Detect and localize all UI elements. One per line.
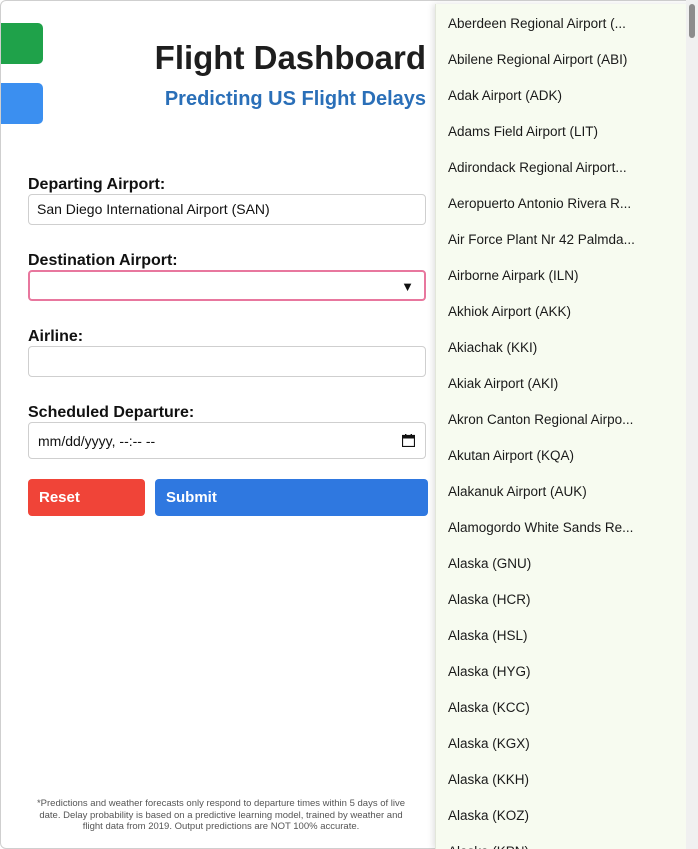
destination-airport-dropdown[interactable]: Aberdeen Regional Airport (... Abilene Re… [435, 4, 698, 849]
blue-side-button[interactable] [1, 83, 43, 124]
dropdown-option[interactable]: Alaska (KPN) [436, 832, 698, 849]
dropdown-option[interactable]: Akron Canton Regional Airpo... [436, 400, 698, 436]
scheduled-departure-input[interactable]: mm/dd/yyyy, --:-- -- [28, 422, 426, 459]
dropdown-option[interactable]: Akutan Airport (KQA) [436, 436, 698, 472]
dropdown-option[interactable]: Alamogordo White Sands Re... [436, 508, 698, 544]
dropdown-option[interactable]: Aberdeen Regional Airport (... [436, 4, 698, 40]
dropdown-option[interactable]: Adams Field Airport (LIT) [436, 112, 698, 148]
dropdown-option[interactable]: Akiachak (KKI) [436, 328, 698, 364]
submit-button[interactable]: Submit [155, 479, 428, 516]
chevron-down-icon: ▼ [401, 279, 414, 294]
calendar-icon[interactable] [402, 434, 415, 447]
dropdown-option[interactable]: Airborne Airpark (ILN) [436, 256, 698, 292]
departing-airport-label: Departing Airport: [28, 176, 166, 193]
airline-input[interactable] [28, 346, 426, 377]
scheduled-departure-value: mm/dd/yyyy, --:-- -- [38, 433, 156, 449]
dropdown-option[interactable]: Akhiok Airport (AKK) [436, 292, 698, 328]
destination-airport-select[interactable]: ▼ [28, 270, 426, 301]
page-scrollbar[interactable] [686, 0, 698, 849]
dropdown-option[interactable]: Alaska (KKH) [436, 760, 698, 796]
disclaimer-note: *Predictions and weather forecasts only … [36, 798, 406, 832]
dropdown-option[interactable]: Alaska (KOZ) [436, 796, 698, 832]
page-title: Flight Dashboard [154, 39, 426, 76]
dropdown-option[interactable]: Alaska (HCR) [436, 580, 698, 616]
page-subtitle: Predicting US Flight Delays [164, 88, 426, 110]
dropdown-option[interactable]: Alaska (KGX) [436, 724, 698, 760]
scheduled-departure-label: Scheduled Departure: [28, 404, 195, 421]
dropdown-option[interactable]: Aeropuerto Antonio Rivera R... [436, 184, 698, 220]
reset-button[interactable]: Reset [28, 479, 145, 516]
scrollbar-thumb[interactable] [689, 4, 695, 38]
dropdown-option[interactable]: Alaska (HSL) [436, 616, 698, 652]
dropdown-option[interactable]: Alakanuk Airport (AUK) [436, 472, 698, 508]
dropdown-option[interactable]: Alaska (GNU) [436, 544, 698, 580]
dropdown-option[interactable]: Adirondack Regional Airport... [436, 148, 698, 184]
departing-airport-input[interactable]: San Diego International Airport (SAN) [28, 194, 426, 225]
dropdown-option[interactable]: Adak Airport (ADK) [436, 76, 698, 112]
dropdown-option[interactable]: Air Force Plant Nr 42 Palmda... [436, 220, 698, 256]
dropdown-option[interactable]: Alaska (KCC) [436, 688, 698, 724]
dropdown-options-list: Aberdeen Regional Airport (... Abilene Re… [436, 4, 698, 849]
dropdown-option[interactable]: Akiak Airport (AKI) [436, 364, 698, 400]
green-side-button[interactable] [1, 23, 43, 64]
dropdown-option[interactable]: Alaska (HYG) [436, 652, 698, 688]
airline-label: Airline: [28, 328, 84, 345]
destination-airport-label: Destination Airport: [28, 252, 178, 269]
dropdown-option[interactable]: Abilene Regional Airport (ABI) [436, 40, 698, 76]
